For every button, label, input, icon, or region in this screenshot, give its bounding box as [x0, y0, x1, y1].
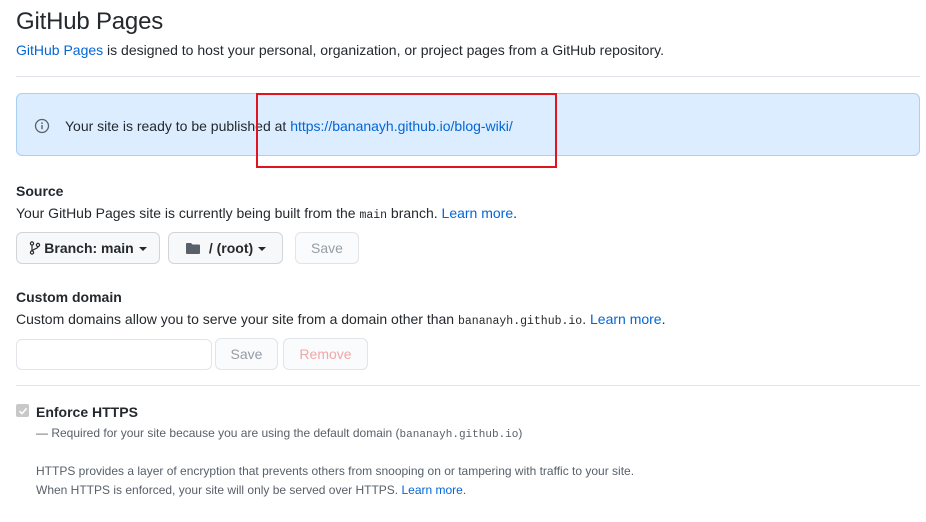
info-icon: [34, 118, 50, 134]
https-required-text: — Required for your site because you are…: [36, 426, 400, 440]
enforce-https-label: Enforce HTTPS: [36, 404, 138, 420]
custom-domain-desc-text-2: .: [582, 311, 590, 327]
divider: [16, 385, 920, 386]
page-title: GitHub Pages: [16, 8, 164, 35]
source-desc-text-2: branch.: [387, 205, 442, 221]
https-info-line-1: HTTPS provides a layer of encryption tha…: [36, 464, 635, 478]
folder-button-label: / (root): [208, 240, 254, 256]
subtitle-text: is designed to host your personal, organ…: [103, 42, 664, 58]
custom-domain-description: Custom domains allow you to serve your s…: [16, 311, 665, 328]
git-branch-icon: [29, 241, 41, 255]
domain-code: bananayh.github.io: [457, 315, 583, 328]
https-domain-code: bananayh.github.io: [399, 429, 519, 441]
custom-domain-save-button[interactable]: Save: [215, 338, 278, 370]
page-subtitle: GitHub Pages is designed to host your pe…: [16, 42, 664, 58]
source-desc-text: Your GitHub Pages site is currently bein…: [16, 205, 360, 221]
source-description: Your GitHub Pages site is currently bein…: [16, 205, 517, 222]
custom-domain-learn-more-link[interactable]: Learn more: [590, 311, 662, 327]
https-learn-more-link[interactable]: Learn more: [401, 483, 462, 497]
source-save-button[interactable]: Save: [295, 232, 359, 264]
checkmark-icon: [18, 407, 27, 415]
https-required-note: — Required for your site because you are…: [36, 426, 522, 441]
folder-icon: [185, 242, 201, 255]
custom-domain-desc-text: Custom domains allow you to serve your s…: [16, 311, 458, 327]
source-title: Source: [16, 183, 64, 199]
https-info-text: When HTTPS is enforced, your site will o…: [36, 483, 402, 497]
annotation-highlight-box: [256, 93, 557, 168]
https-required-text-2: ): [518, 426, 523, 440]
https-info-line-2: When HTTPS is enforced, your site will o…: [36, 483, 466, 497]
custom-domain-period: .: [661, 311, 666, 327]
source-learn-more-link[interactable]: Learn more: [442, 205, 514, 221]
chevron-down-icon: [258, 246, 267, 251]
custom-domain-remove-button[interactable]: Remove: [283, 338, 368, 370]
branch-select-button[interactable]: Branch: main: [16, 232, 160, 264]
branch-code: main: [359, 209, 388, 222]
custom-domain-title: Custom domain: [16, 289, 122, 305]
enforce-https-checkbox[interactable]: [16, 404, 29, 417]
custom-domain-input[interactable]: [16, 339, 212, 370]
source-period: .: [513, 205, 518, 221]
github-pages-link[interactable]: GitHub Pages: [16, 42, 103, 58]
branch-button-label: Branch: main: [44, 240, 134, 256]
folder-select-button[interactable]: / (root): [168, 232, 283, 264]
divider: [16, 76, 920, 77]
chevron-down-icon: [138, 246, 147, 251]
https-period: .: [462, 483, 467, 497]
